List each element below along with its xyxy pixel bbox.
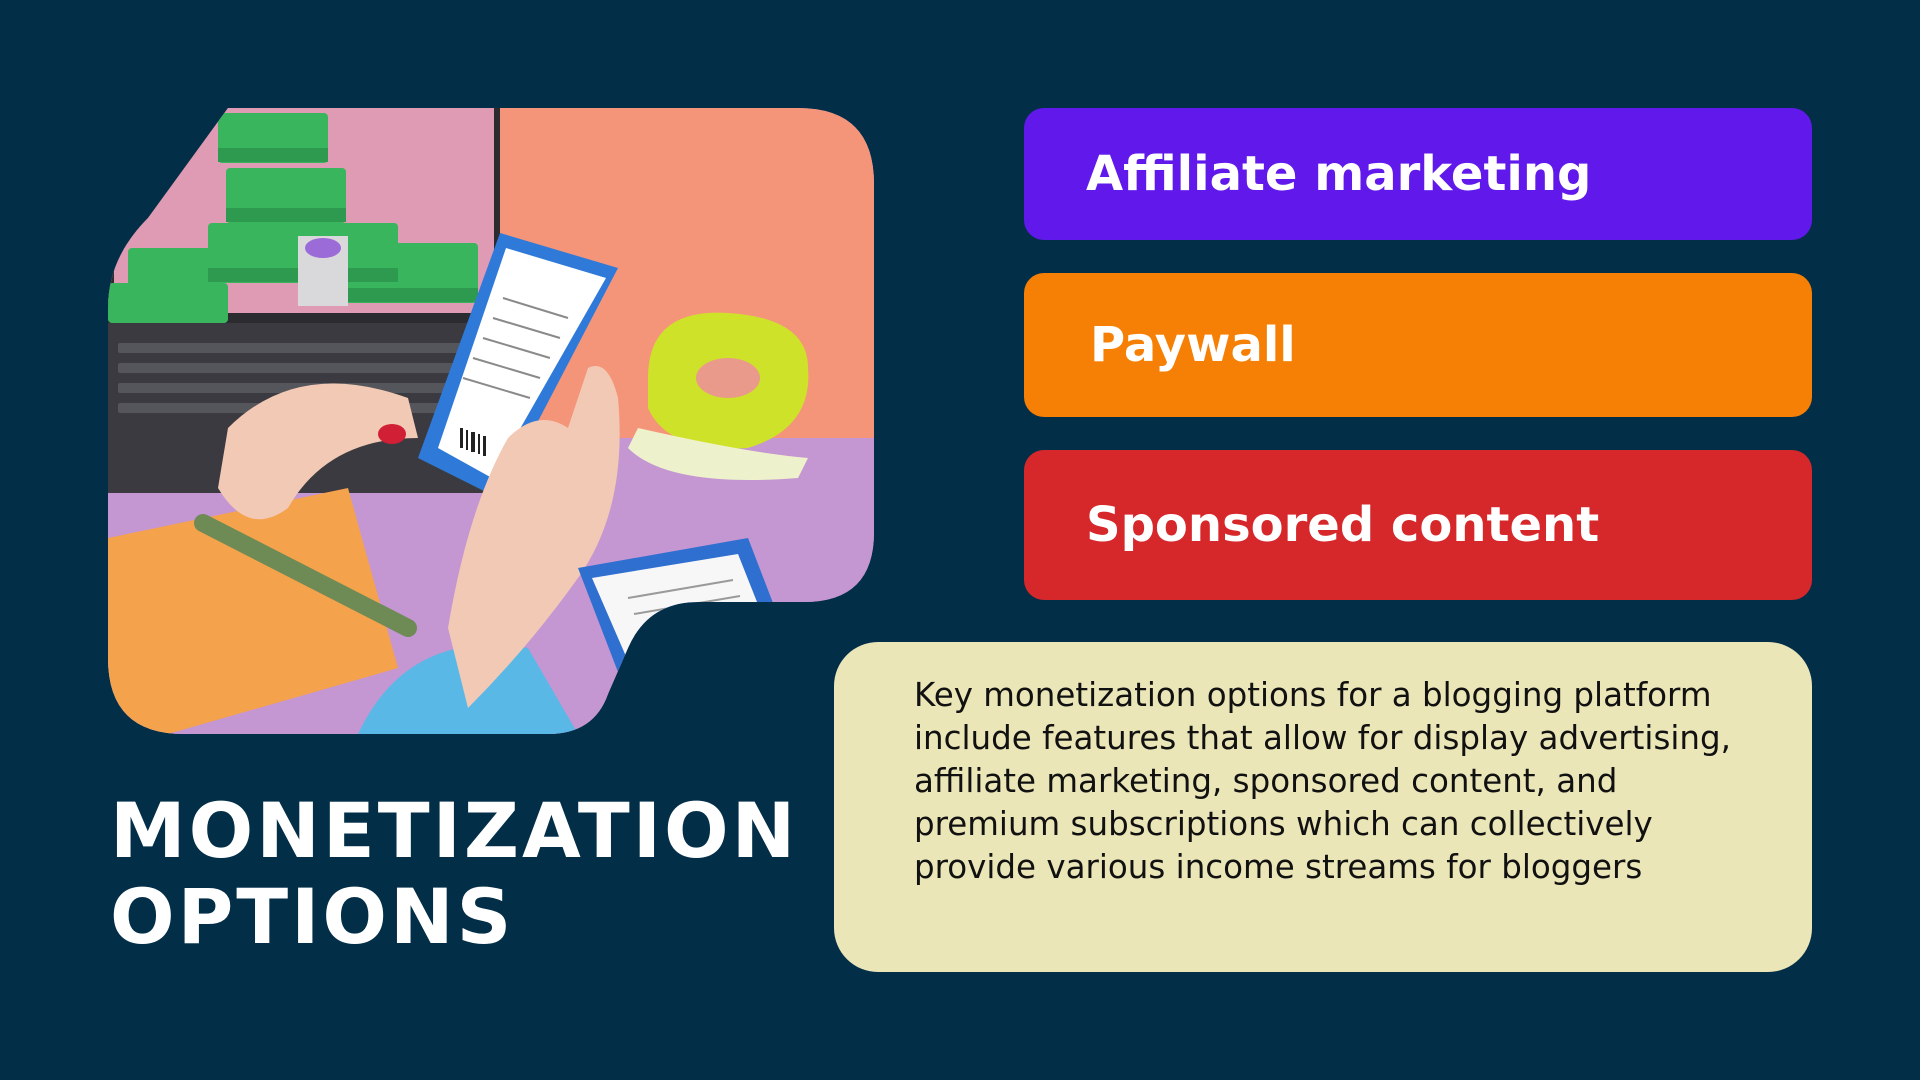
receipt-photo	[108, 108, 874, 734]
option-sponsored-content[interactable]: Sponsored content	[1024, 450, 1812, 600]
description-card: Key monetization options for a blogging …	[834, 642, 1812, 972]
option-paywall[interactable]: Paywall	[1024, 273, 1812, 417]
option-label: Affiliate marketing	[1086, 146, 1592, 202]
option-label: Sponsored content	[1086, 497, 1600, 553]
option-label: Paywall	[1090, 317, 1296, 373]
description-text: Key monetization options for a blogging …	[914, 676, 1731, 886]
page-title: MONETIZATION OPTIONS	[110, 786, 799, 961]
slide: MONETIZATION OPTIONS Affiliate marketing…	[0, 0, 1920, 1080]
option-affiliate-marketing[interactable]: Affiliate marketing	[1024, 108, 1812, 240]
